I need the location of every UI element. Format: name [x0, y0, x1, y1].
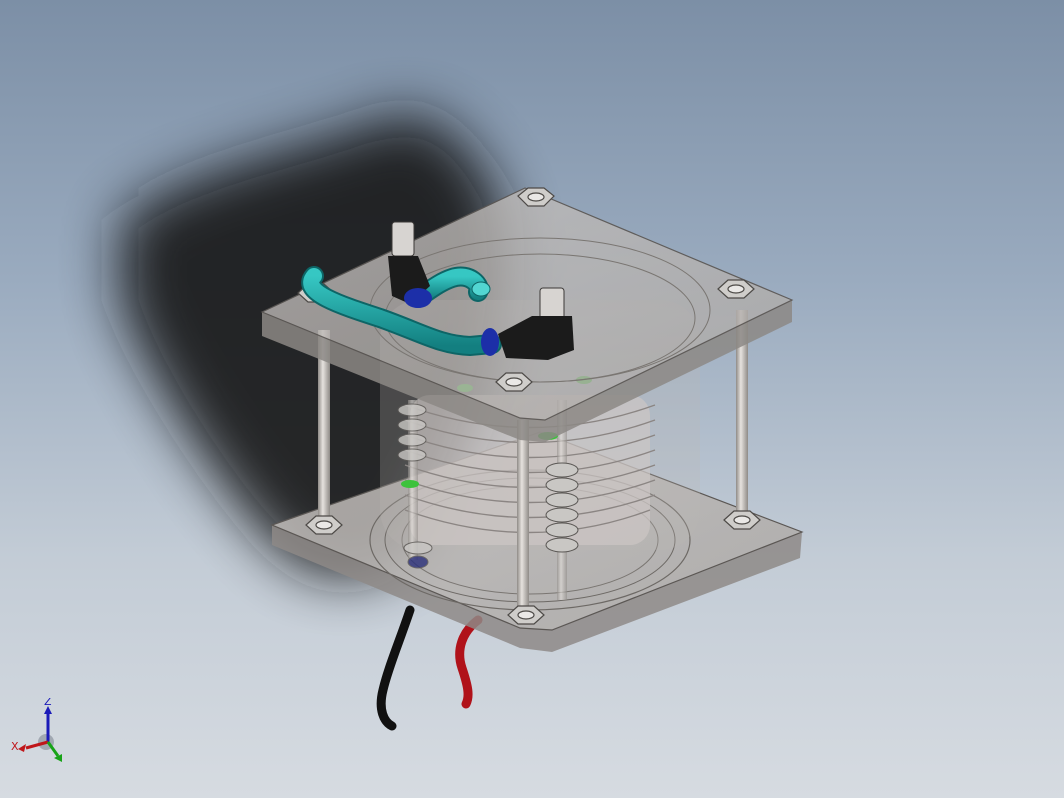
x-axis-label: X — [11, 740, 19, 753]
power-wires[interactable] — [376, 605, 483, 731]
cad-viewport[interactable] — [0, 0, 1064, 798]
red-wire[interactable] — [455, 615, 483, 709]
z-axis-label: Z — [44, 698, 52, 708]
black-wire[interactable] — [376, 605, 415, 731]
axis-triad: Z X Y — [8, 695, 68, 768]
tie-rod-front — [517, 420, 529, 610]
